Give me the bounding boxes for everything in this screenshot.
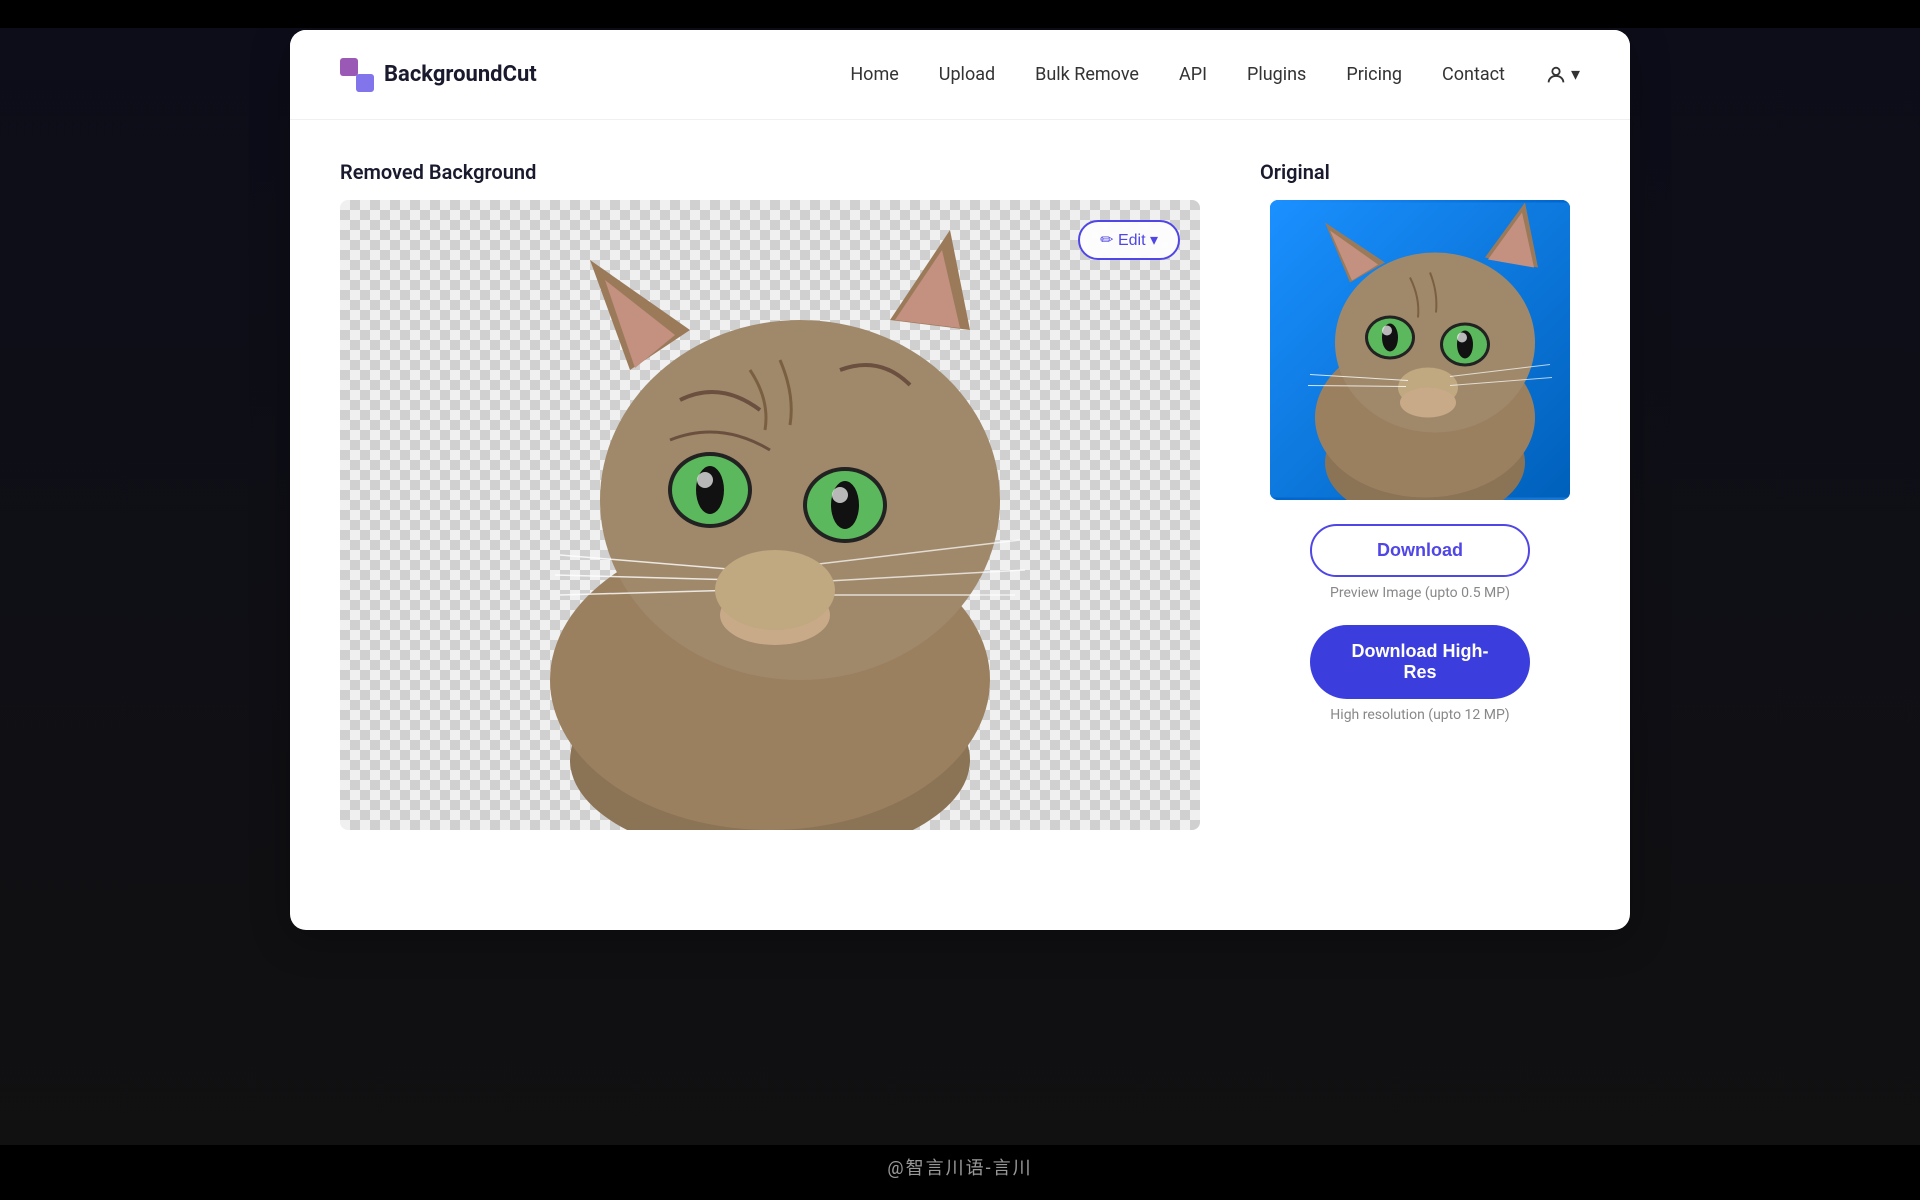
removed-bg-container: ✏ Edit ▾ (340, 200, 1200, 830)
nav-upload[interactable]: Upload (939, 64, 995, 85)
bottom-bar: @智言川语-言川 (0, 1145, 1920, 1200)
watermark: @智言川语-言川 (887, 1154, 1032, 1180)
original-image (1270, 200, 1570, 500)
nav-pricing[interactable]: Pricing (1346, 64, 1402, 85)
nav-links: Home Upload Bulk Remove API Plugins Pric… (850, 64, 1580, 86)
removed-bg-image (340, 200, 1200, 830)
user-menu[interactable]: ▾ (1545, 64, 1580, 86)
preview-text: Preview Image (upto 0.5 MP) (1330, 585, 1510, 601)
nav-api[interactable]: API (1179, 64, 1207, 85)
download-hires-button[interactable]: Download High-Res (1310, 625, 1530, 699)
user-dropdown-arrow: ▾ (1571, 64, 1580, 85)
cat-original-bg (1270, 200, 1570, 500)
nav-bulk-remove[interactable]: Bulk Remove (1035, 64, 1139, 85)
removed-bg-title: Removed Background (340, 160, 1200, 184)
main-container: BackgroundCut Home Upload Bulk Remove AP… (290, 30, 1630, 930)
edit-button[interactable]: ✏ Edit ▾ (1078, 220, 1180, 260)
nav-contact[interactable]: Contact (1442, 64, 1505, 85)
logo-icon (340, 58, 374, 92)
right-panel: Original (1260, 160, 1580, 830)
nav-plugins[interactable]: Plugins (1247, 64, 1306, 85)
logo-text: BackgroundCut (384, 62, 537, 87)
download-button[interactable]: Download (1310, 524, 1530, 577)
original-title: Original (1260, 160, 1330, 184)
navbar: BackgroundCut Home Upload Bulk Remove AP… (290, 30, 1630, 120)
logo[interactable]: BackgroundCut (340, 58, 537, 92)
hires-text: High resolution (upto 12 MP) (1330, 707, 1509, 723)
nav-home[interactable]: Home (850, 64, 898, 85)
left-panel: Removed Background (340, 160, 1200, 830)
content-area: Removed Background (290, 120, 1630, 870)
